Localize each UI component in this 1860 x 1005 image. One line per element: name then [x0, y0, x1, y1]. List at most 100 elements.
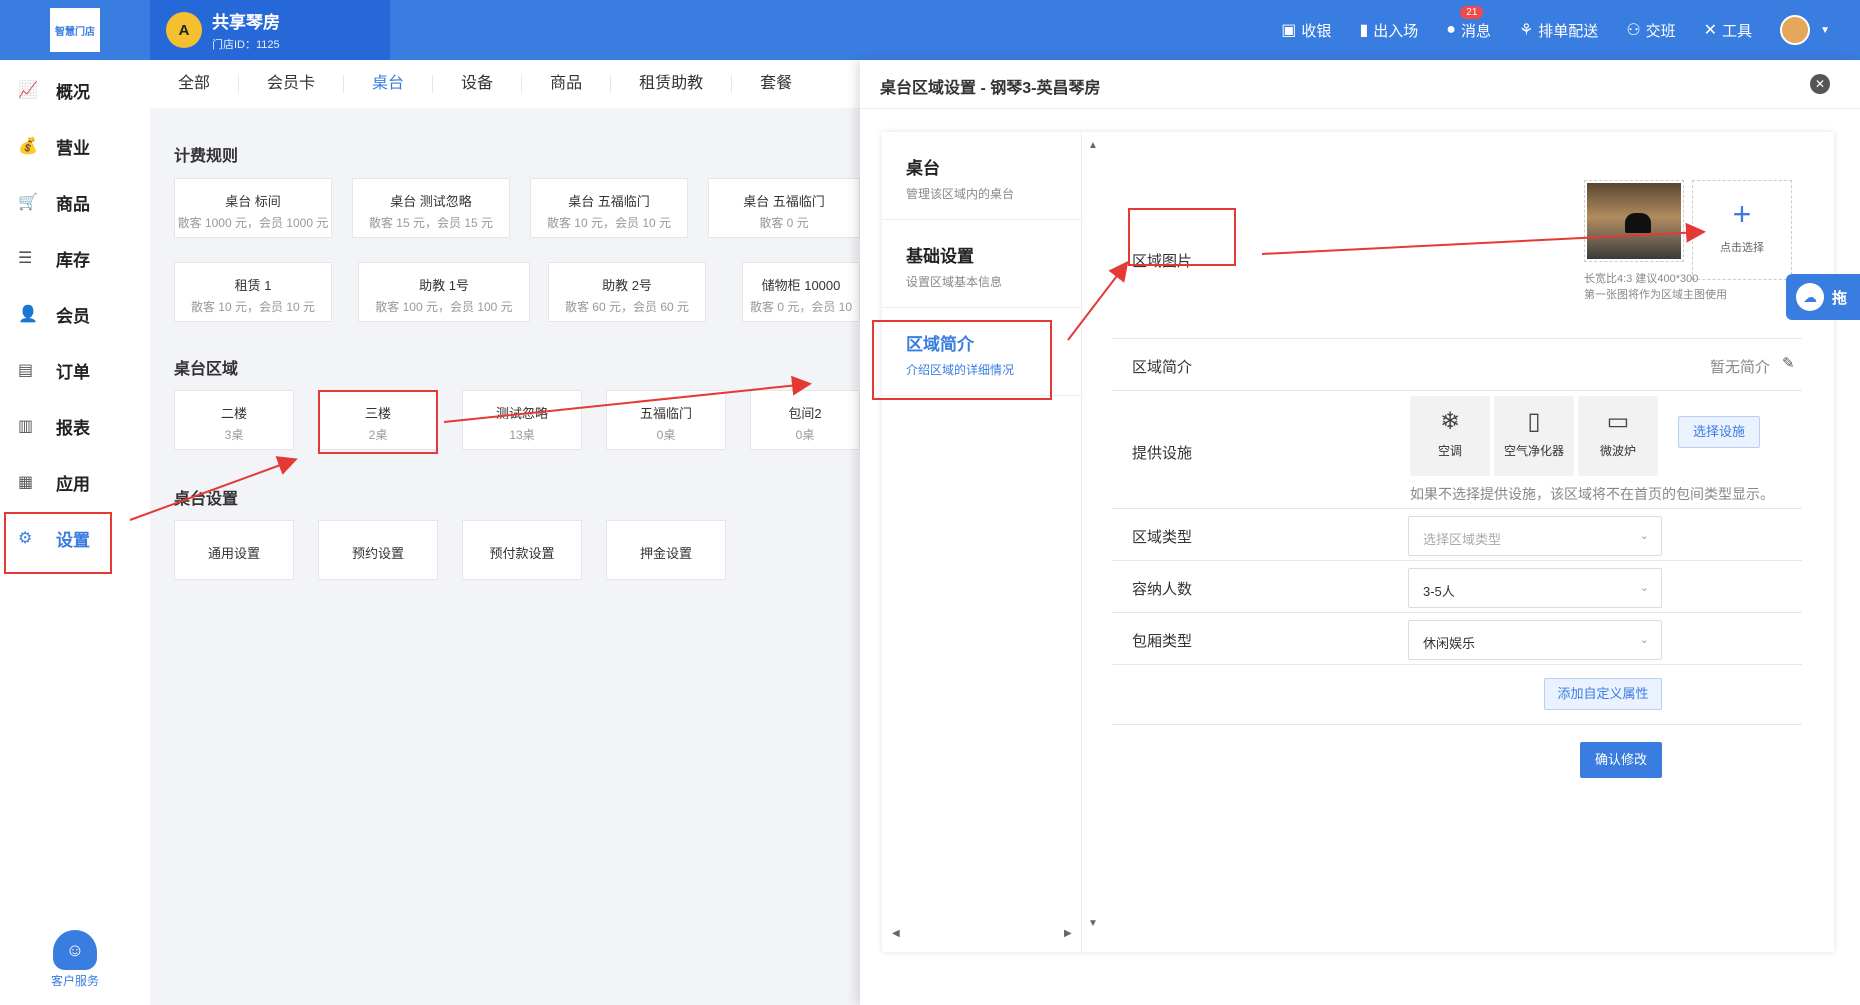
air-purifier-icon: ▯: [1527, 408, 1541, 435]
shift-handover-label: 交班: [1645, 22, 1676, 40]
cashier-button[interactable]: ▣ 收银: [1281, 20, 1331, 41]
billing-card[interactable]: 桌台 五福临门散客 10 元，会员 10 元: [530, 178, 688, 238]
billing-card[interactable]: 桌台 测试忽略 散客 15 元，会员 15 元: [352, 178, 510, 238]
area-card[interactable]: 测试忽略 13桌: [462, 390, 582, 450]
scroll-left-icon[interactable]: ◀: [892, 928, 900, 939]
area-card-name: 包间2: [788, 406, 822, 421]
billing-card-name: 助教 2号: [602, 278, 652, 293]
image-upload-button[interactable]: + 点击选择: [1692, 180, 1792, 280]
scroll-right-icon[interactable]: ▶: [1064, 928, 1072, 939]
area-type-select[interactable]: 选择区域类型 ⌄: [1408, 516, 1662, 556]
chart-line-icon: 📈: [18, 82, 38, 99]
annotation-box-third-floor: [318, 390, 438, 454]
store-switcher[interactable]: A 共享琴房 门店ID：1125: [150, 0, 390, 60]
edit-icon[interactable]: ✎: [1782, 354, 1795, 372]
facility-microwave[interactable]: ▭ 微波炉: [1578, 396, 1658, 476]
tab-member-card[interactable]: 会员卡: [239, 75, 345, 93]
prepayment-settings-button[interactable]: 预付款设置: [462, 520, 582, 580]
sidebar-item-reports[interactable]: ▥ 报表: [0, 400, 150, 452]
billing-card-price: 散客 0 元，会员 10: [749, 300, 853, 314]
shift-handover-icon: ⚇: [1626, 22, 1641, 39]
billing-card-name: 桌台 五福临门: [568, 194, 650, 209]
area-card[interactable]: 五福临门 0桌: [606, 390, 726, 450]
billing-card[interactable]: 助教 2号 散客 60 元，会员 60 元: [548, 262, 706, 322]
door-icon: ▮: [1359, 22, 1369, 39]
facility-air-purifier[interactable]: ▯ 空气净化器: [1494, 396, 1574, 476]
delivery-button[interactable]: ⚘ 排单配送: [1519, 20, 1598, 41]
store-name: 共享琴房: [212, 13, 280, 32]
subnav-tables[interactable]: 桌台 管理该区域内的桌台: [882, 132, 1082, 220]
order-icon: ▤: [18, 362, 34, 379]
sidebar-item-apps[interactable]: ▦ 应用: [0, 456, 150, 508]
tab-tables[interactable]: 桌台: [344, 75, 434, 93]
reservation-settings-button[interactable]: 预约设置: [318, 520, 438, 580]
area-image-thumbnail[interactable]: [1584, 180, 1684, 262]
snowflake-icon: ❄: [1439, 408, 1461, 435]
tab-products[interactable]: 商品: [522, 75, 612, 93]
settings-card-label: 押金设置: [639, 546, 692, 561]
tab-rental-tutor[interactable]: 租赁助教: [611, 75, 733, 93]
sidebar-item-label: 库存: [56, 250, 90, 270]
cloud-icon: ☁: [1796, 283, 1824, 311]
close-icon[interactable]: ✕: [1810, 74, 1830, 94]
chevron-down-icon[interactable]: ▼: [1820, 25, 1830, 36]
area-card-name: 五福临门: [639, 406, 692, 421]
billing-card[interactable]: 助教 1号 散客 100 元，会员 100 元: [358, 262, 530, 322]
confirm-modify-button[interactable]: 确认修改: [1580, 742, 1662, 778]
billing-card[interactable]: 租赁 1 散客 10 元，会员 10 元: [174, 262, 332, 322]
scroll-up-icon[interactable]: ▲: [1088, 140, 1098, 151]
user-icon: 👤: [18, 306, 38, 323]
billing-card-price: 散客 10 元，会员 10 元: [546, 216, 672, 230]
subnav-title: 桌台: [906, 159, 940, 178]
tab-all[interactable]: 全部: [150, 75, 240, 93]
sidebar-item-orders[interactable]: ▤ 订单: [0, 344, 150, 396]
tools-button[interactable]: ✕ 工具: [1704, 20, 1752, 41]
sidebar-item-label: 应用: [56, 474, 90, 494]
scroll-down-icon[interactable]: ▼: [1088, 918, 1098, 929]
customer-service-button[interactable]: ☺ 客户服务: [40, 930, 110, 989]
sidebar-item-business[interactable]: 💰 营业: [0, 120, 150, 172]
capacity-select[interactable]: 3-5人 ⌄: [1408, 568, 1662, 608]
app-logo[interactable]: 智慧门店: [50, 8, 100, 52]
shift-handover-button[interactable]: ⚇ 交班: [1626, 20, 1675, 41]
sidebar-item-products[interactable]: 🛒 商品: [0, 176, 150, 228]
customer-service-label: 客户服务: [50, 974, 99, 988]
tab-devices[interactable]: 设备: [433, 75, 523, 93]
tools-icon: ✕: [1703, 22, 1718, 39]
billing-card-name: 储物柜 10000: [761, 278, 841, 293]
plus-icon: +: [1732, 196, 1752, 232]
billing-rules-title: 计费规则: [174, 148, 239, 165]
sidebar-item-overview[interactable]: 📈 概况: [0, 64, 150, 116]
tab-packages[interactable]: 套餐: [732, 75, 820, 93]
billing-card[interactable]: 储物柜 10000 散客 0 元，会员 10: [742, 262, 860, 322]
drawer-divider: [860, 108, 1860, 109]
messages-button[interactable]: ● 消息 21: [1446, 5, 1491, 41]
subnav-basic-settings[interactable]: 基础设置 设置区域基本信息: [882, 220, 1082, 308]
bell-icon: ●: [1446, 21, 1456, 38]
sidebar-item-inventory[interactable]: ☰ 库存: [0, 232, 150, 284]
general-settings-button[interactable]: 通用设置: [174, 520, 294, 580]
sidebar-item-members[interactable]: 👤 会员: [0, 288, 150, 340]
area-card[interactable]: 包间2 0桌: [750, 390, 860, 450]
deposit-settings-button[interactable]: 押金设置: [606, 520, 726, 580]
billing-card[interactable]: 桌台 标间 散客 1000 元，会员 1000 元: [174, 178, 332, 238]
facility-air-conditioner[interactable]: ❄ 空调: [1410, 396, 1490, 476]
piano-icon: [1625, 213, 1651, 233]
billing-card-name: 租赁 1: [234, 278, 272, 293]
area-card-count: 0桌: [656, 428, 676, 442]
add-custom-attribute-button[interactable]: 添加自定义属性: [1544, 678, 1662, 710]
subnav-title: 基础设置: [906, 247, 974, 266]
messages-label: 消息: [1460, 22, 1491, 40]
entry-exit-button[interactable]: ▮ 出入场: [1359, 20, 1418, 41]
room-type-select[interactable]: 休闲娱乐 ⌄: [1408, 620, 1662, 660]
floating-drag-badge[interactable]: ☁ 拖: [1786, 274, 1860, 320]
billing-card-price: 散客 1000 元，会员 1000 元: [177, 216, 329, 230]
settings-subnav: 桌台 管理该区域内的桌台 基础设置 设置区域基本信息 区域简介 介绍区域的详细情况: [882, 132, 1082, 952]
facilities-label: 提供设施: [1132, 445, 1193, 462]
area-card[interactable]: 二楼 3桌: [174, 390, 294, 450]
user-avatar[interactable]: [1780, 15, 1811, 45]
cashier-label: 收银: [1301, 22, 1332, 40]
headset-icon: ☺: [53, 930, 97, 970]
billing-card[interactable]: 桌台 五福临门 散客 0 元: [708, 178, 860, 238]
select-facilities-button[interactable]: 选择设施: [1678, 416, 1760, 448]
